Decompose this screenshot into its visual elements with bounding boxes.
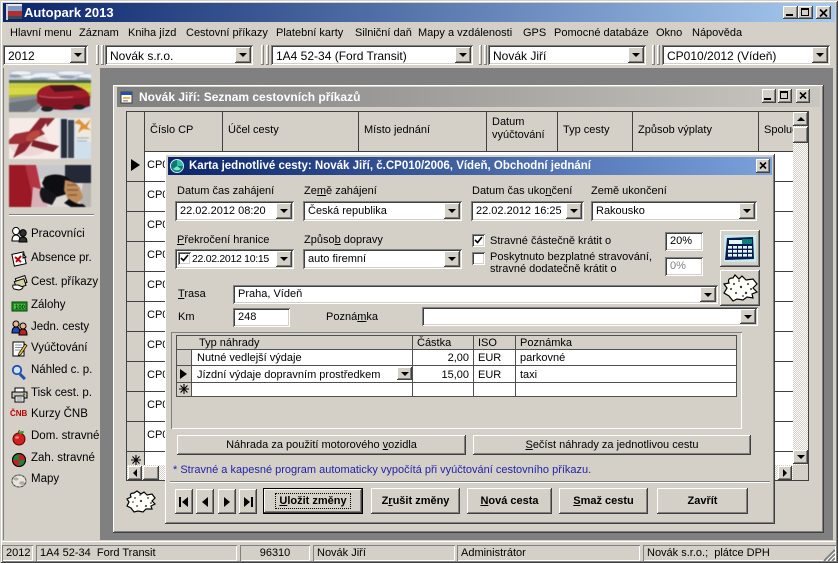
svg-text:100: 100 — [15, 305, 26, 311]
